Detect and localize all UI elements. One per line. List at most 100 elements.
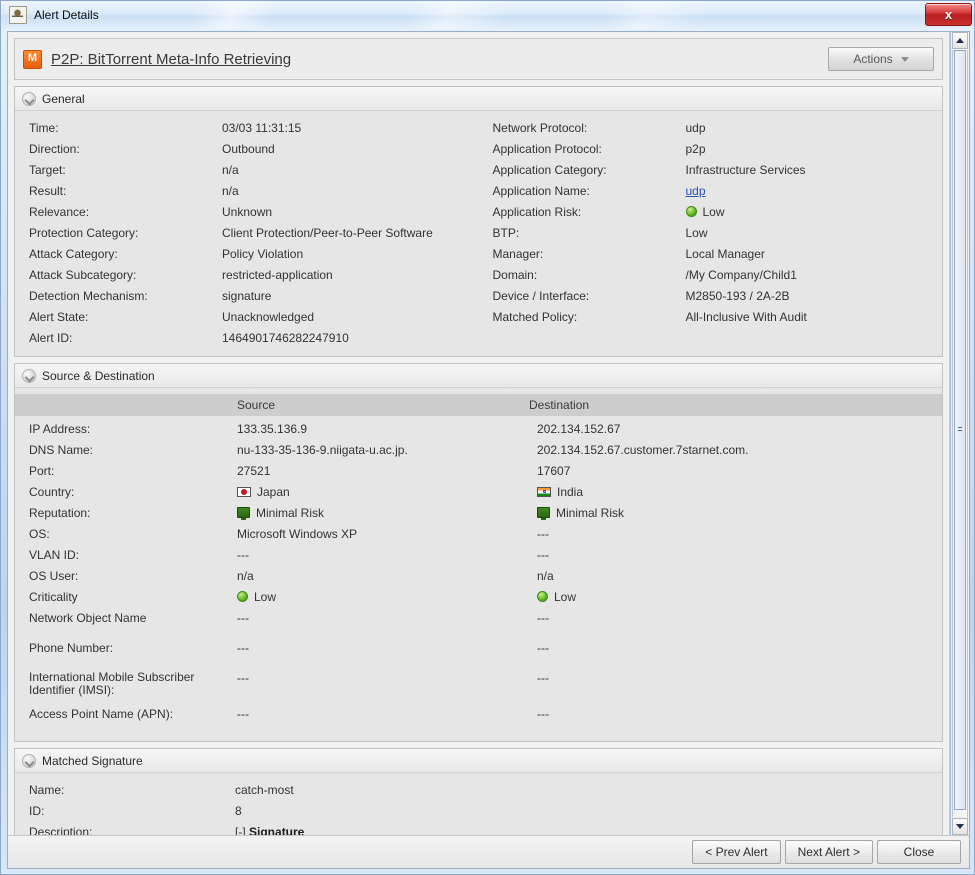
dialog-footer: < Prev Alert Next Alert > Close	[8, 835, 969, 868]
field-value: Unacknowledged	[222, 309, 315, 324]
source-reputation-text: Minimal Risk	[256, 505, 325, 520]
table-row: International Mobile Subscriber Identifi…	[15, 667, 942, 703]
scrollbar-thumb[interactable]	[954, 50, 966, 810]
source-destination-panel-header[interactable]: Source & Destination	[15, 364, 942, 388]
scroll-up-button[interactable]	[952, 32, 968, 49]
field-label: BTP:	[492, 225, 520, 240]
field-row: Application Risk: Low	[479, 201, 943, 222]
table-row: Phone Number: --- ---	[15, 637, 942, 667]
field-label: Application Category:	[492, 162, 607, 177]
alert-title-link[interactable]: P2P: BitTorrent Meta-Info Retrieving	[51, 51, 291, 68]
field-value: Outbound	[222, 141, 275, 156]
chevron-down-icon	[900, 56, 909, 62]
next-alert-button[interactable]: Next Alert >	[784, 840, 873, 864]
field-value: restricted-application	[222, 267, 333, 282]
field-value: udp	[685, 120, 706, 135]
close-icon[interactable]: x	[925, 3, 972, 26]
vertical-scrollbar[interactable]	[950, 32, 969, 835]
collapse-toggle[interactable]: [-]	[235, 825, 246, 836]
signature-description-value: [-] Signature	[235, 825, 304, 836]
source-value: 27521	[237, 463, 271, 478]
field-value: Local Manager	[685, 246, 765, 261]
scroll-down-button[interactable]	[952, 818, 968, 835]
field-label: Target:	[29, 162, 66, 177]
table-row: OS: Microsoft Windows XP ---	[15, 523, 942, 544]
chevron-down-circle-icon[interactable]	[22, 91, 36, 106]
source-value: Minimal Risk	[229, 506, 529, 520]
row-label: IP Address:	[29, 421, 91, 436]
application-name-link[interactable]: udp	[686, 184, 706, 198]
low-risk-icon	[685, 206, 697, 217]
row-label: Access Point Name (APN):	[29, 707, 174, 721]
destination-value: ---	[537, 671, 549, 685]
field-value: M2850-193 / 2A-2B	[685, 288, 790, 303]
signature-name-label: Name:	[29, 782, 65, 797]
signature-id-value: 8	[235, 803, 242, 818]
blank-column-header	[15, 394, 229, 416]
field-value: Low	[685, 205, 725, 219]
alert-header-bar: M P2P: BitTorrent Meta-Info Retrieving A…	[14, 38, 943, 80]
field-value: 1464901746282247910	[222, 330, 349, 345]
dialog-client-area: M P2P: BitTorrent Meta-Info Retrieving A…	[7, 31, 970, 869]
field-row: Name: catch-most	[15, 779, 942, 800]
general-panel: General Time: 03/03 11:31:15 Direction: Ou…	[14, 86, 943, 357]
destination-value: Low	[529, 590, 942, 604]
destination-value: n/a	[537, 568, 554, 583]
table-row: Access Point Name (APN): --- ---	[15, 703, 942, 733]
field-value: n/a	[222, 162, 239, 177]
row-label: Phone Number:	[29, 641, 114, 655]
triangle-down-icon	[956, 824, 964, 829]
grip-icon	[958, 427, 962, 433]
field-label: Device / Interface:	[492, 288, 590, 303]
table-row: IP Address: 133.35.136.9 202.134.152.67	[15, 418, 942, 439]
chevron-down-circle-icon[interactable]	[22, 753, 36, 768]
field-row: Description: [-] Signature	[15, 821, 942, 836]
destination-reputation-text: Minimal Risk	[556, 505, 625, 520]
field-label: Relevance:	[29, 204, 90, 219]
source-destination-panel: Source & Destination Source Destination …	[14, 363, 943, 742]
row-label: VLAN ID:	[29, 547, 80, 562]
field-row: Matched Policy: All-Inclusive With Audit	[479, 306, 943, 327]
field-label: Result:	[29, 183, 67, 198]
field-value: 03/03 11:31:15	[222, 120, 302, 135]
field-row: Attack Subcategory: restricted-applicatio…	[15, 264, 479, 285]
general-panel-header[interactable]: General	[15, 87, 942, 111]
field-row: Relevance: Unknown	[15, 201, 479, 222]
table-row: Country: Japan India	[15, 481, 942, 502]
matched-signature-panel-header[interactable]: Matched Signature	[15, 749, 942, 773]
actions-button[interactable]: Actions	[828, 47, 934, 71]
table-row: Reputation: Minimal Risk Minimal Risk	[15, 502, 942, 523]
signature-name-value: catch-most	[235, 782, 294, 797]
field-label: Protection Category:	[29, 225, 139, 240]
field-label: Attack Category:	[29, 246, 118, 261]
field-label: Domain:	[492, 267, 538, 282]
alert-content: M P2P: BitTorrent Meta-Info Retrieving A…	[8, 32, 950, 835]
field-row: Application Category: Infrastructure Serv…	[479, 159, 943, 180]
source-destination-column-headers: Source Destination	[15, 394, 942, 416]
source-criticality-text: Low	[254, 589, 277, 604]
low-criticality-icon	[237, 591, 248, 602]
field-label: Detection Mechanism:	[29, 288, 148, 303]
prev-alert-button[interactable]: < Prev Alert	[692, 840, 781, 864]
scroll-host: M P2P: BitTorrent Meta-Info Retrieving A…	[8, 32, 969, 835]
chevron-down-circle-icon[interactable]	[22, 368, 36, 383]
source-value: ---	[237, 707, 249, 721]
destination-country-text: India	[557, 484, 584, 499]
close-button[interactable]: Close	[877, 840, 961, 864]
actions-button-label: Actions	[853, 52, 893, 66]
row-label: DNS Name:	[29, 442, 94, 457]
source-value: ---	[237, 611, 249, 625]
destination-criticality-text: Low	[554, 589, 577, 604]
general-panel-body: Time: 03/03 11:31:15 Direction: Outbound T…	[15, 111, 942, 356]
field-row: Detection Mechanism: signature	[15, 285, 479, 306]
table-row: Port: 27521 17607	[15, 460, 942, 481]
field-label: Alert ID:	[29, 330, 73, 345]
triangle-up-icon	[956, 38, 964, 43]
row-label: OS User:	[29, 568, 79, 583]
destination-value: ---	[537, 611, 549, 625]
scrollbar-track[interactable]	[952, 50, 968, 817]
source-value: ---	[237, 641, 249, 655]
source-destination-panel-title: Source & Destination	[42, 368, 155, 383]
field-label: Attack Subcategory:	[29, 267, 137, 282]
table-row: Network Object Name --- ---	[15, 607, 942, 637]
